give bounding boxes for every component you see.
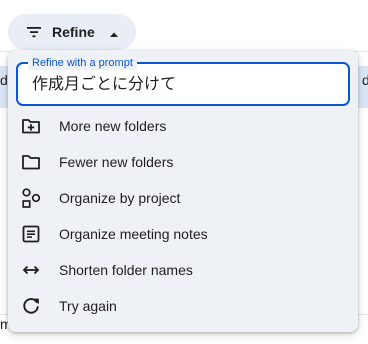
project-shapes-icon	[20, 187, 42, 209]
screen: d d m Refine Refine with a prompt 作成月ごとに…	[0, 0, 368, 344]
refine-menu: Refine with a prompt 作成月ごとに分けて More new …	[8, 50, 358, 332]
menu-item-fewer-new-folders[interactable]: Fewer new folders	[8, 144, 358, 180]
prompt-value[interactable]: 作成月ごとに分けて	[32, 74, 176, 94]
caret-up-icon	[109, 27, 119, 37]
refine-label: Refine	[52, 24, 95, 40]
menu-item-more-new-folders[interactable]: More new folders	[8, 108, 358, 144]
row-edge-text-right: d	[362, 72, 368, 88]
menu-item-shorten-folder-names[interactable]: Shorten folder names	[8, 252, 358, 288]
menu-item-label: Organize by project	[59, 190, 181, 206]
notes-document-icon	[20, 223, 42, 245]
menu-item-organize-by-project[interactable]: Organize by project	[8, 180, 358, 216]
refresh-icon	[20, 295, 42, 317]
prompt-label: Refine with a prompt	[28, 56, 137, 70]
menu-item-try-again[interactable]: Try again	[8, 288, 358, 324]
menu-item-label: More new folders	[59, 118, 167, 134]
prompt-input[interactable]: Refine with a prompt 作成月ごとに分けて	[16, 56, 350, 106]
menu-item-label: Shorten folder names	[59, 262, 193, 278]
arrows-horizontal-icon	[20, 259, 42, 281]
create-new-folder-icon	[20, 115, 42, 137]
menu-item-label: Organize meeting notes	[59, 226, 208, 242]
menu-item-organize-meeting-notes[interactable]: Organize meeting notes	[8, 216, 358, 252]
filter-icon	[26, 24, 42, 40]
menu-item-label: Fewer new folders	[59, 154, 174, 170]
folder-icon	[20, 151, 42, 173]
row-edge-text: d	[0, 72, 8, 88]
refine-button[interactable]: Refine	[8, 14, 136, 50]
menu-item-label: Try again	[59, 298, 117, 314]
